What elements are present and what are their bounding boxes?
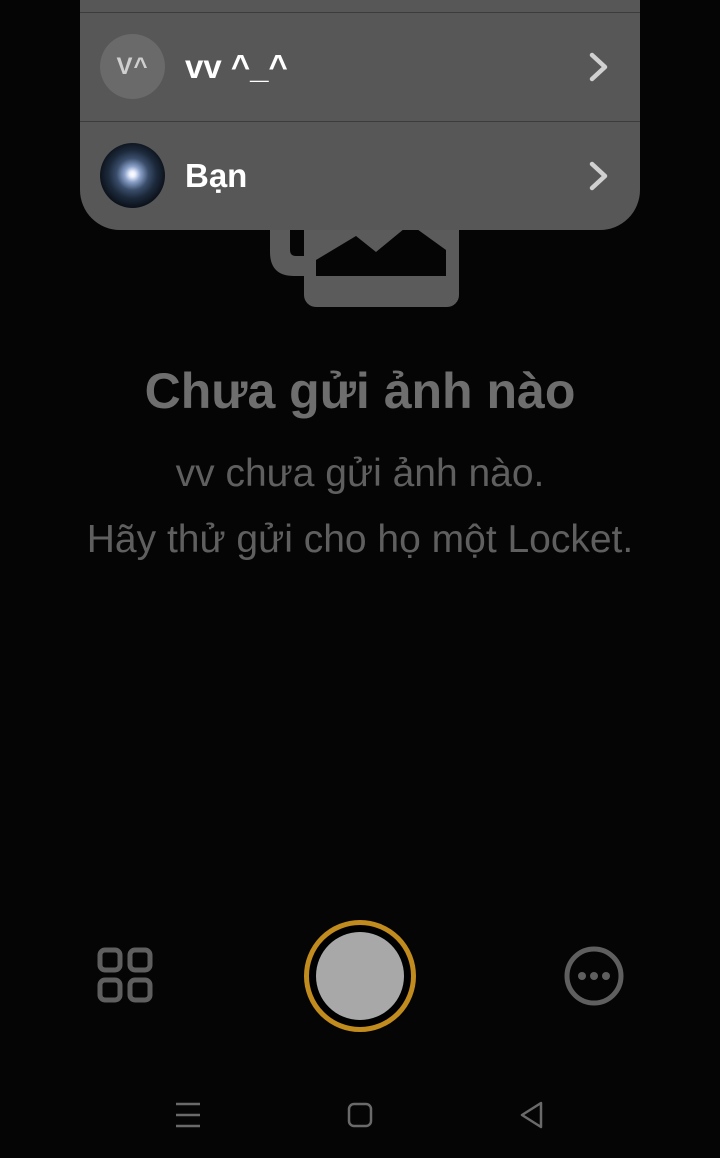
system-nav-bar (0, 1070, 720, 1158)
shutter-button[interactable] (304, 920, 416, 1032)
menu-icon[interactable] (171, 1098, 205, 1132)
friend-name: Bạn (185, 157, 248, 194)
friend-name: vv ^_^ (185, 48, 288, 85)
avatar: V^ (100, 34, 165, 99)
more-options-icon[interactable] (563, 945, 625, 1007)
shutter-icon (316, 932, 404, 1020)
empty-state-subtitle-line1: vv chưa gửi ảnh nào. (175, 452, 545, 495)
home-icon[interactable] (343, 1098, 377, 1132)
friend-item-ban[interactable]: Bạn (80, 121, 640, 229)
grid-view-icon[interactable] (96, 946, 156, 1006)
friend-dropdown: V^ vv ^_^ Bạn (80, 0, 640, 230)
empty-state-title: Chưa gửi ảnh nào (144, 363, 576, 419)
chevron-right-icon (589, 52, 608, 82)
chevron-right-icon (589, 161, 608, 191)
back-icon[interactable] (515, 1098, 549, 1132)
friend-item-vv[interactable]: V^ vv ^_^ (80, 12, 640, 120)
screen: Chưa gửi ảnh nào vv chưa gửi ảnh nào. Hã… (0, 0, 720, 1158)
empty-state-subtitle-line2: Hãy thử gửi cho họ một Locket. (86, 518, 634, 561)
avatar (100, 143, 165, 208)
